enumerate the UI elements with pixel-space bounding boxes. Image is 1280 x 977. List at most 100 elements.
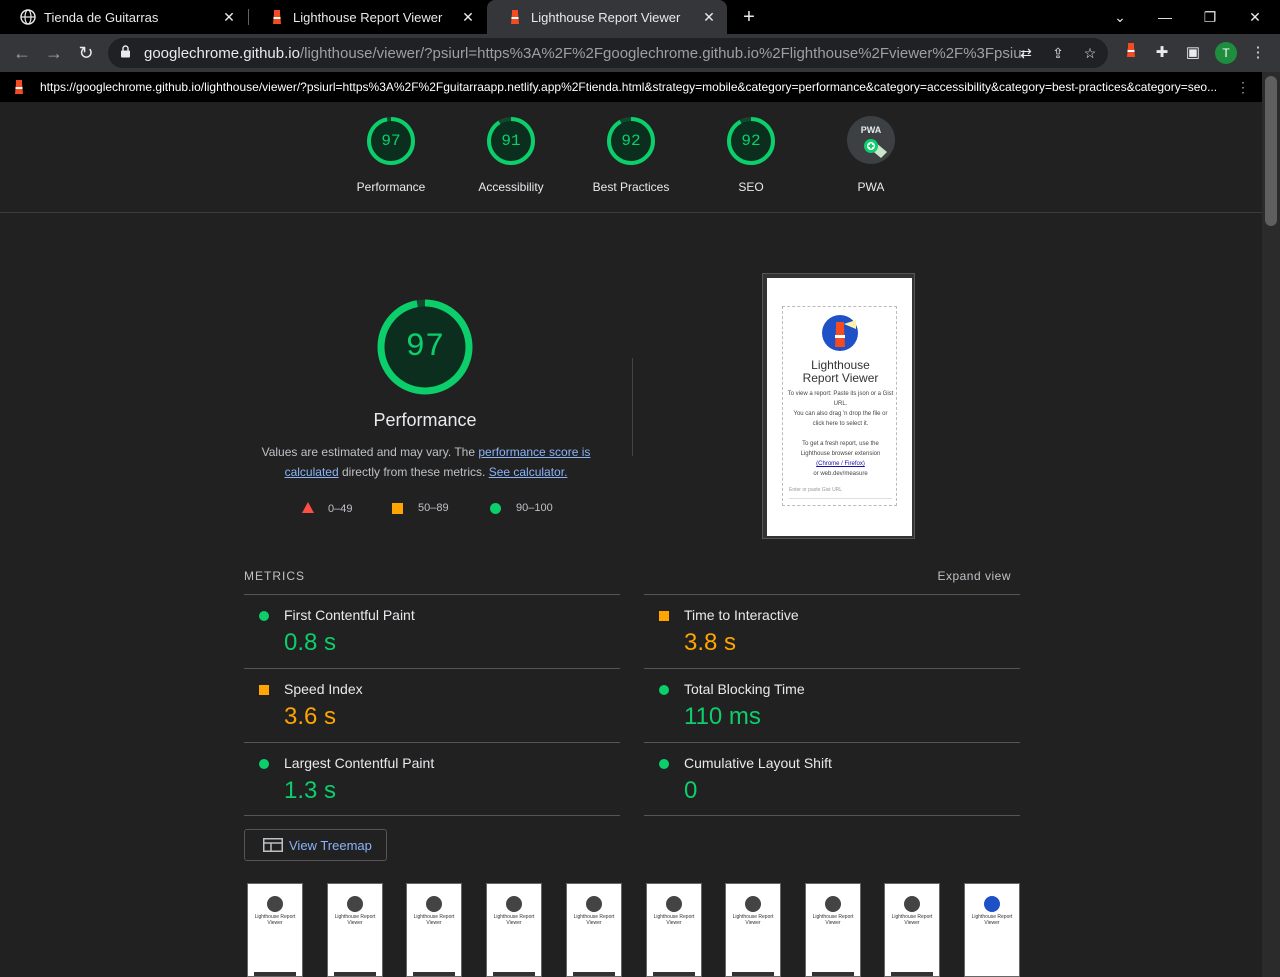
performance-title: Performance (373, 410, 477, 430)
final-screenshot[interactable]: Lighthouse Report Viewer To view a report… (762, 273, 915, 539)
lighthouse-logo-icon (586, 896, 602, 912)
lighthouse-logo-icon (904, 896, 920, 912)
globe-icon (20, 9, 36, 25)
metric-tti: Time to Interactive 3.8 s (644, 594, 1020, 668)
close-tab-icon[interactable]: ✕ (221, 9, 237, 25)
frame-bar (413, 972, 455, 976)
frame-bar (732, 972, 774, 976)
lighthouse-logo-icon (984, 896, 1000, 912)
gauge-accessibility[interactable]: 91 Accessibility (461, 116, 561, 194)
frame-bar (334, 972, 376, 976)
lighthouse-logo-icon (666, 896, 682, 912)
metrics-header: METRICS (244, 569, 305, 583)
side-panel-icon[interactable]: ▣ (1182, 42, 1204, 64)
restore-icon[interactable]: ❐ (1199, 6, 1221, 28)
filmstrip-frame: Lighthouse Report Viewer (646, 883, 702, 977)
page-scrollbar[interactable] (1262, 72, 1280, 977)
pwa-badge-text: PWA (861, 125, 882, 135)
expand-view-toggle[interactable]: Expand view (937, 569, 1011, 583)
back-icon[interactable]: ← (10, 41, 34, 65)
view-treemap-button[interactable]: View Treemap (244, 829, 387, 861)
report-menu-icon[interactable]: ⋮ (1236, 79, 1250, 96)
close-tab-icon[interactable]: ✕ (460, 9, 476, 25)
average-square-icon (659, 611, 669, 621)
square-icon (392, 502, 403, 514)
address-host: googlechrome.github.io (144, 44, 300, 62)
metric-value: 0.8 s (284, 629, 337, 656)
metric-title: Time to Interactive (684, 607, 799, 623)
metric-title: First Contentful Paint (284, 607, 415, 623)
lighthouse-icon (269, 9, 285, 25)
extensions-puzzle-icon[interactable]: ✚ (1151, 42, 1173, 64)
desc-text: Values are estimated and may vary. The (261, 445, 479, 459)
translate-icon[interactable]: ⇄ (1016, 43, 1036, 63)
gauge-score: 91 (501, 132, 521, 150)
metric-title: Cumulative Layout Shift (684, 755, 832, 771)
frame-title: Lighthouse Report Viewer (254, 914, 296, 926)
new-tab-button[interactable]: + (738, 6, 760, 28)
legend-average: 50–89 (392, 502, 449, 514)
metric-lcp: Largest Contentful Paint 1.3 s (244, 742, 620, 816)
metric-cls: Cumulative Layout Shift 0 (644, 742, 1020, 816)
filmstrip-frame: Lighthouse Report Viewer (964, 883, 1020, 977)
see-calculator-link[interactable]: See calculator. (489, 465, 568, 479)
close-tab-icon[interactable]: ✕ (701, 9, 717, 25)
bookmark-star-icon[interactable]: ☆ (1080, 43, 1100, 63)
lighthouse-icon (507, 9, 523, 25)
metric-value: 110 ms (684, 703, 761, 730)
gauge-label: SEO (738, 180, 764, 194)
metric-title: Total Blocking Time (684, 681, 805, 697)
divider (644, 815, 1020, 816)
reload-icon[interactable]: ↻ (74, 41, 98, 65)
close-window-icon[interactable]: ✕ (1244, 6, 1266, 28)
gauge-performance[interactable]: 97 Performance (341, 116, 441, 194)
metric-value: 3.6 s (284, 703, 337, 730)
performance-score: 97 (405, 328, 445, 365)
metric-title: Speed Index (284, 681, 363, 697)
pass-circle-icon (659, 759, 669, 769)
profile-avatar[interactable]: T (1215, 42, 1237, 64)
share-icon[interactable]: ⇪ (1048, 43, 1068, 63)
gauge-pwa[interactable]: PWA PWA (821, 116, 921, 194)
metric-title: Largest Contentful Paint (284, 755, 435, 771)
forward-icon[interactable]: → (42, 41, 66, 65)
minimize-icon[interactable]: — (1154, 6, 1176, 28)
screenshot-text: (Chrome / Firefox) (816, 461, 865, 467)
tab-lighthouse-active[interactable]: Lighthouse Report Viewer ✕ (487, 0, 727, 34)
tab-search-icon[interactable]: ⌄ (1109, 6, 1131, 28)
chrome-menu-icon[interactable]: ⋮ (1247, 42, 1269, 64)
lighthouse-logo-icon (825, 896, 841, 912)
gauge-best-practices[interactable]: 92 Best Practices (581, 116, 681, 194)
gauge-score: 97 (381, 132, 401, 150)
lighthouse-logo-icon (267, 896, 283, 912)
frame-title: Lighthouse Report Viewer (413, 914, 455, 926)
gauge-score: 92 (741, 132, 761, 150)
screenshot-text: To view a report: Paste its json or a Gi… (787, 391, 894, 407)
average-square-icon (259, 685, 269, 695)
tab-tienda[interactable]: Tienda de Guitarras ✕ (0, 0, 247, 34)
gauge-score: 92 (621, 132, 641, 150)
circle-icon (490, 502, 501, 514)
frame-bar (573, 972, 615, 976)
performance-description: Values are estimated and may vary. The p… (250, 442, 602, 482)
gauge-label: Accessibility (478, 180, 544, 194)
gauge-label: Performance (356, 180, 426, 194)
frame-bar (812, 972, 854, 976)
tab-lighthouse-1[interactable]: Lighthouse Report Viewer ✕ (249, 0, 486, 34)
address-bar[interactable]: googlechrome.github.io /lighthouse/viewe… (108, 38, 1108, 68)
frame-title: Lighthouse Report Viewer (891, 914, 933, 926)
legend-pass: 90–100 (490, 502, 553, 514)
gauge-seo[interactable]: 92 SEO (701, 116, 801, 194)
scrollbar-thumb[interactable] (1265, 76, 1277, 226)
legend-range: 90–100 (516, 502, 553, 514)
lighthouse-extension-icon[interactable] (1120, 42, 1142, 64)
triangle-icon (302, 502, 314, 516)
legend-range: 50–89 (418, 502, 449, 514)
screenshot-text: To get a fresh report, use the Lighthous… (800, 441, 881, 457)
lock-icon (120, 45, 134, 61)
treemap-label: View Treemap (289, 837, 372, 853)
metric-value: 0 (684, 777, 698, 804)
metric-speed-index: Speed Index 3.6 s (244, 668, 620, 742)
report-url[interactable]: https://googlechrome.github.io/lighthous… (40, 80, 1220, 94)
frame-title: Lighthouse Report Viewer (971, 914, 1013, 926)
